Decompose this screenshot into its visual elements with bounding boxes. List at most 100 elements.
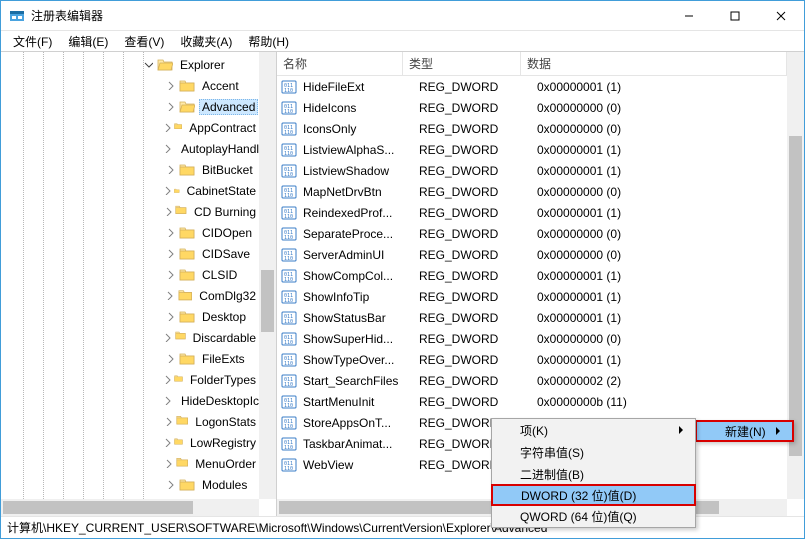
context-item[interactable]: 项(K) — [492, 419, 695, 441]
chevron-right-icon[interactable] — [163, 226, 177, 240]
context-item[interactable]: 字符串值(S) — [492, 441, 695, 463]
tree-item[interactable]: CIDOpen — [1, 222, 259, 243]
tree-item[interactable]: AppContract — [1, 117, 259, 138]
list-row[interactable]: 011110ListviewAlphaS...REG_DWORD0x000000… — [277, 139, 787, 160]
dword-icon: 011110 — [281, 79, 297, 95]
list-row[interactable]: 011110ShowSuperHid...REG_DWORD0x00000000… — [277, 328, 787, 349]
svg-text:110: 110 — [284, 109, 293, 115]
list-row[interactable]: 011110ShowCompCol...REG_DWORD0x00000001 … — [277, 265, 787, 286]
tree-item[interactable]: Discardable — [1, 327, 259, 348]
svg-text:110: 110 — [284, 214, 293, 220]
maximize-button[interactable] — [712, 1, 758, 30]
tree-item[interactable]: MenuOrder — [1, 453, 259, 474]
chevron-down-icon[interactable] — [141, 58, 155, 72]
list-row[interactable]: 011110SeparateProce...REG_DWORD0x0000000… — [277, 223, 787, 244]
chevron-right-icon[interactable] — [163, 289, 176, 303]
menu-favorites[interactable]: 收藏夹(A) — [174, 31, 238, 52]
chevron-right-icon[interactable] — [163, 373, 172, 387]
chevron-right-icon[interactable] — [163, 415, 174, 429]
column-header-name[interactable]: 名称 — [277, 52, 403, 75]
value-type: REG_DWORD — [419, 353, 537, 367]
chevron-right-icon[interactable] — [163, 310, 177, 324]
list-row[interactable]: 011110HideIconsREG_DWORD0x00000000 (0) — [277, 97, 787, 118]
tree-item[interactable]: FolderTypes — [1, 369, 259, 390]
list-row[interactable]: 011110ShowStatusBarREG_DWORD0x00000001 (… — [277, 307, 787, 328]
tree-item[interactable]: CIDSave — [1, 243, 259, 264]
chevron-right-icon[interactable] — [163, 142, 172, 156]
value-name: Start_SearchFiles — [303, 374, 419, 388]
chevron-right-icon[interactable] — [163, 478, 177, 492]
list-row[interactable]: 011110ServerAdminUIREG_DWORD0x00000000 (… — [277, 244, 787, 265]
tree-item[interactable]: Desktop — [1, 306, 259, 327]
folder-icon — [179, 225, 195, 241]
chevron-right-icon[interactable] — [163, 163, 177, 177]
tree-item[interactable]: LowRegistry — [1, 432, 259, 453]
chevron-right-icon[interactable] — [163, 352, 177, 366]
tree-item[interactable]: LogonStats — [1, 411, 259, 432]
svg-text:110: 110 — [284, 88, 293, 94]
tree-item[interactable]: CLSID — [1, 264, 259, 285]
dword-icon: 011110 — [281, 310, 297, 326]
tree-label: ComDlg32 — [196, 288, 259, 304]
list-row[interactable]: 011110MapNetDrvBtnREG_DWORD0x00000000 (0… — [277, 181, 787, 202]
close-button[interactable] — [758, 1, 804, 30]
context-item[interactable]: QWORD (64 位)值(Q) — [492, 505, 695, 527]
tree-item[interactable]: HideDesktopIcons — [1, 390, 259, 411]
tree-item[interactable]: BitBucket — [1, 159, 259, 180]
tree-item[interactable]: CD Burning — [1, 201, 259, 222]
column-header-data[interactable]: 数据 — [521, 52, 787, 75]
chevron-right-icon[interactable] — [163, 100, 177, 114]
list-row[interactable]: 011110ReindexedProf...REG_DWORD0x0000000… — [277, 202, 787, 223]
tree-vertical-scrollbar[interactable] — [259, 52, 276, 499]
tree-item[interactable]: Modules — [1, 474, 259, 495]
chevron-right-icon[interactable] — [163, 331, 173, 345]
tree-label: Discardable — [190, 330, 259, 346]
chevron-right-icon[interactable] — [163, 121, 172, 135]
column-header-type[interactable]: 类型 — [403, 52, 521, 75]
tree-horizontal-scrollbar[interactable] — [1, 499, 259, 516]
tree-item[interactable]: CabinetState — [1, 180, 259, 201]
chevron-right-icon[interactable] — [163, 394, 172, 408]
minimize-button[interactable] — [666, 1, 712, 30]
chevron-right-icon[interactable] — [163, 247, 177, 261]
list-row[interactable]: 011110ListviewShadowREG_DWORD0x00000001 … — [277, 160, 787, 181]
chevron-right-icon[interactable] — [163, 457, 174, 471]
context-item-new[interactable]: 新建(N) — [695, 420, 794, 442]
tree-label: Modules — [199, 477, 250, 493]
chevron-right-icon[interactable] — [163, 205, 173, 219]
menu-file[interactable]: 文件(F) — [7, 31, 58, 52]
value-name: ShowSuperHid... — [303, 332, 419, 346]
chevron-right-icon[interactable] — [163, 268, 177, 282]
chevron-right-icon[interactable] — [163, 79, 177, 93]
dword-icon: 011110 — [281, 121, 297, 137]
chevron-right-icon[interactable] — [163, 184, 172, 198]
tree-item[interactable]: ComDlg32 — [1, 285, 259, 306]
tree-item[interactable]: AutoplayHandlers — [1, 138, 259, 159]
context-item-label: 字符串值(S) — [520, 444, 584, 461]
tree-item-explorer[interactable]: Explorer — [1, 54, 259, 75]
tree-item[interactable]: Advanced — [1, 96, 259, 117]
folder-icon — [174, 435, 183, 451]
folder-icon — [174, 183, 180, 199]
status-path: 计算机\HKEY_CURRENT_USER\SOFTWARE\Microsoft… — [7, 519, 547, 536]
list-row[interactable]: 011110Start_SearchFilesREG_DWORD0x000000… — [277, 370, 787, 391]
tree-item[interactable]: FileExts — [1, 348, 259, 369]
folder-icon — [179, 267, 195, 283]
dword-icon: 011110 — [281, 184, 297, 200]
context-item[interactable]: DWORD (32 位)值(D) — [491, 484, 696, 506]
list-row[interactable]: 011110ShowInfoTipREG_DWORD0x00000001 (1) — [277, 286, 787, 307]
list-row[interactable]: 011110StartMenuInitREG_DWORD0x0000000b (… — [277, 391, 787, 412]
context-item[interactable]: 二进制值(B) — [492, 463, 695, 485]
list-row[interactable]: 011110HideFileExtREG_DWORD0x00000001 (1) — [277, 76, 787, 97]
menu-edit[interactable]: 编辑(E) — [62, 31, 114, 52]
list-row[interactable]: 011110ShowTypeOver...REG_DWORD0x00000001… — [277, 349, 787, 370]
tree-label: CLSID — [199, 267, 240, 283]
chevron-right-icon[interactable] — [163, 436, 172, 450]
list-row[interactable]: 011110IconsOnlyREG_DWORD0x00000000 (0) — [277, 118, 787, 139]
value-type: REG_DWORD — [419, 185, 537, 199]
dword-icon: 011110 — [281, 100, 297, 116]
menu-help[interactable]: 帮助(H) — [242, 31, 295, 52]
menu-view[interactable]: 查看(V) — [118, 31, 170, 52]
tree-item[interactable]: Accent — [1, 75, 259, 96]
svg-text:110: 110 — [284, 445, 293, 451]
